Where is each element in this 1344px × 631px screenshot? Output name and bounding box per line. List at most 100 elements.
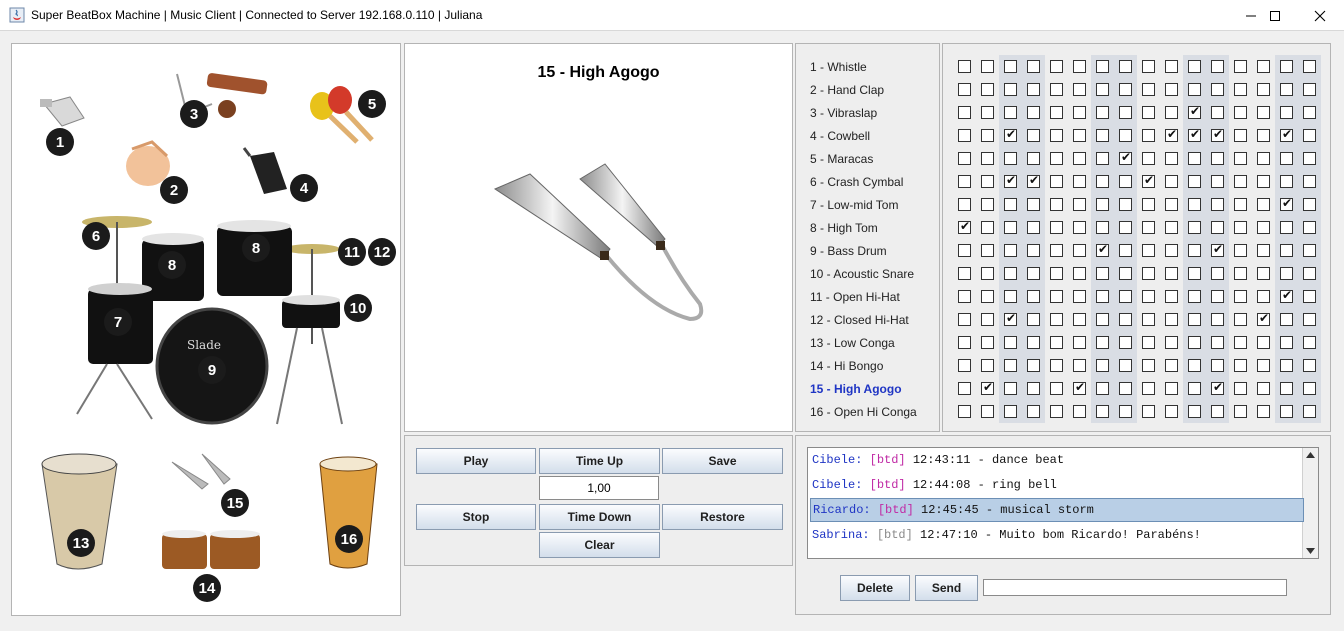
beat-checkbox[interactable]	[1004, 405, 1017, 418]
beat-checkbox[interactable]	[1027, 129, 1040, 142]
beat-checkbox[interactable]	[1188, 83, 1201, 96]
beat-checkbox[interactable]	[1303, 382, 1316, 395]
beat-checkbox[interactable]	[1119, 290, 1132, 303]
beat-checkbox[interactable]	[1165, 175, 1178, 188]
beat-checkbox[interactable]	[1234, 83, 1247, 96]
beat-checkbox[interactable]	[1280, 336, 1293, 349]
beat-checkbox[interactable]	[1211, 380, 1224, 395]
beat-checkbox[interactable]	[958, 106, 971, 119]
beat-checkbox[interactable]	[1234, 405, 1247, 418]
beat-checkbox[interactable]	[1165, 267, 1178, 280]
beat-checkbox[interactable]	[958, 60, 971, 73]
beat-checkbox[interactable]	[1211, 127, 1224, 142]
beat-checkbox[interactable]	[1165, 382, 1178, 395]
beat-checkbox[interactable]	[1142, 129, 1155, 142]
beat-checkbox[interactable]	[1096, 359, 1109, 372]
beat-checkbox[interactable]	[1234, 106, 1247, 119]
beat-checkbox[interactable]	[1050, 405, 1063, 418]
beat-checkbox[interactable]	[1280, 152, 1293, 165]
beat-checkbox[interactable]	[1257, 382, 1270, 395]
beat-checkbox[interactable]	[1096, 106, 1109, 119]
beat-checkbox[interactable]	[1257, 60, 1270, 73]
beat-checkbox[interactable]	[1188, 336, 1201, 349]
beat-checkbox[interactable]	[1165, 290, 1178, 303]
chat-scrollbar[interactable]	[1302, 448, 1318, 558]
scroll-up-icon[interactable]	[1306, 452, 1315, 458]
beat-checkbox[interactable]	[1004, 290, 1017, 303]
beat-checkbox[interactable]	[1257, 311, 1270, 326]
beat-checkbox[interactable]	[958, 336, 971, 349]
beat-checkbox[interactable]	[1257, 198, 1270, 211]
beat-checkbox[interactable]	[1096, 129, 1109, 142]
beat-checkbox[interactable]	[981, 152, 994, 165]
beat-checkbox[interactable]	[1188, 359, 1201, 372]
beat-checkbox[interactable]	[1004, 83, 1017, 96]
stop-button[interactable]: Stop	[416, 504, 536, 530]
beat-checkbox[interactable]	[1073, 405, 1086, 418]
beat-checkbox[interactable]	[1142, 83, 1155, 96]
beat-checkbox[interactable]	[1303, 60, 1316, 73]
beat-checkbox[interactable]	[1004, 152, 1017, 165]
beat-checkbox[interactable]	[1004, 106, 1017, 119]
beat-checkbox[interactable]	[1004, 359, 1017, 372]
beat-checkbox[interactable]	[981, 359, 994, 372]
beat-checkbox[interactable]	[1073, 267, 1086, 280]
beat-checkbox[interactable]	[1303, 267, 1316, 280]
instrument-label[interactable]: 2 - Hand Clap	[810, 83, 884, 97]
beat-checkbox[interactable]	[1165, 221, 1178, 234]
beat-checkbox[interactable]	[981, 198, 994, 211]
beat-checkbox[interactable]	[1234, 129, 1247, 142]
beat-checkbox[interactable]	[958, 405, 971, 418]
beat-checkbox[interactable]	[1165, 244, 1178, 257]
delete-button[interactable]: Delete	[840, 575, 910, 601]
beat-checkbox[interactable]	[1165, 198, 1178, 211]
beat-checkbox[interactable]	[1234, 290, 1247, 303]
beat-checkbox[interactable]	[1073, 336, 1086, 349]
beat-checkbox[interactable]	[1004, 198, 1017, 211]
chat-message[interactable]: Ricardo: [btd] 12:45:45 - musical storm	[810, 498, 1304, 522]
beat-checkbox[interactable]	[1027, 267, 1040, 280]
beat-checkbox[interactable]	[1050, 336, 1063, 349]
beat-checkbox[interactable]	[1188, 267, 1201, 280]
beat-checkbox[interactable]	[1027, 313, 1040, 326]
beat-checkbox[interactable]	[1142, 173, 1155, 188]
beat-checkbox[interactable]	[1073, 359, 1086, 372]
beat-checkbox[interactable]	[1188, 313, 1201, 326]
beat-checkbox[interactable]	[958, 290, 971, 303]
restore-button[interactable]: Restore	[662, 504, 783, 530]
beat-checkbox[interactable]	[1188, 152, 1201, 165]
beat-checkbox[interactable]	[1096, 336, 1109, 349]
beat-checkbox[interactable]	[981, 221, 994, 234]
instrument-label[interactable]: 4 - Cowbell	[810, 129, 870, 143]
instrument-label[interactable]: 7 - Low-mid Tom	[810, 198, 898, 212]
beat-checkbox[interactable]	[1073, 380, 1086, 395]
beat-checkbox[interactable]	[1096, 221, 1109, 234]
beat-checkbox[interactable]	[1050, 221, 1063, 234]
beat-checkbox[interactable]	[1234, 152, 1247, 165]
beat-checkbox[interactable]	[1050, 359, 1063, 372]
beat-checkbox[interactable]	[1280, 313, 1293, 326]
beat-checkbox[interactable]	[1027, 198, 1040, 211]
beat-checkbox[interactable]	[1142, 336, 1155, 349]
beat-checkbox[interactable]	[958, 175, 971, 188]
beat-checkbox[interactable]	[1257, 129, 1270, 142]
beat-checkbox[interactable]	[1303, 221, 1316, 234]
beat-checkbox[interactable]	[1073, 313, 1086, 326]
beat-checkbox[interactable]	[1027, 382, 1040, 395]
beat-checkbox[interactable]	[1142, 60, 1155, 73]
beat-checkbox[interactable]	[1257, 221, 1270, 234]
instrument-label[interactable]: 16 - Open Hi Conga	[810, 405, 917, 419]
beat-checkbox[interactable]	[1142, 152, 1155, 165]
beat-checkbox[interactable]	[1096, 267, 1109, 280]
beat-checkbox[interactable]	[958, 198, 971, 211]
beat-checkbox[interactable]	[1280, 359, 1293, 372]
beat-checkbox[interactable]	[1142, 106, 1155, 119]
beat-checkbox[interactable]	[1073, 244, 1086, 257]
beat-checkbox[interactable]	[1096, 242, 1109, 257]
beat-checkbox[interactable]	[1188, 60, 1201, 73]
beat-checkbox[interactable]	[1234, 382, 1247, 395]
beat-checkbox[interactable]	[1119, 267, 1132, 280]
beat-checkbox[interactable]	[1073, 106, 1086, 119]
beat-checkbox[interactable]	[1165, 152, 1178, 165]
instrument-label[interactable]: 15 - High Agogo	[810, 382, 902, 396]
